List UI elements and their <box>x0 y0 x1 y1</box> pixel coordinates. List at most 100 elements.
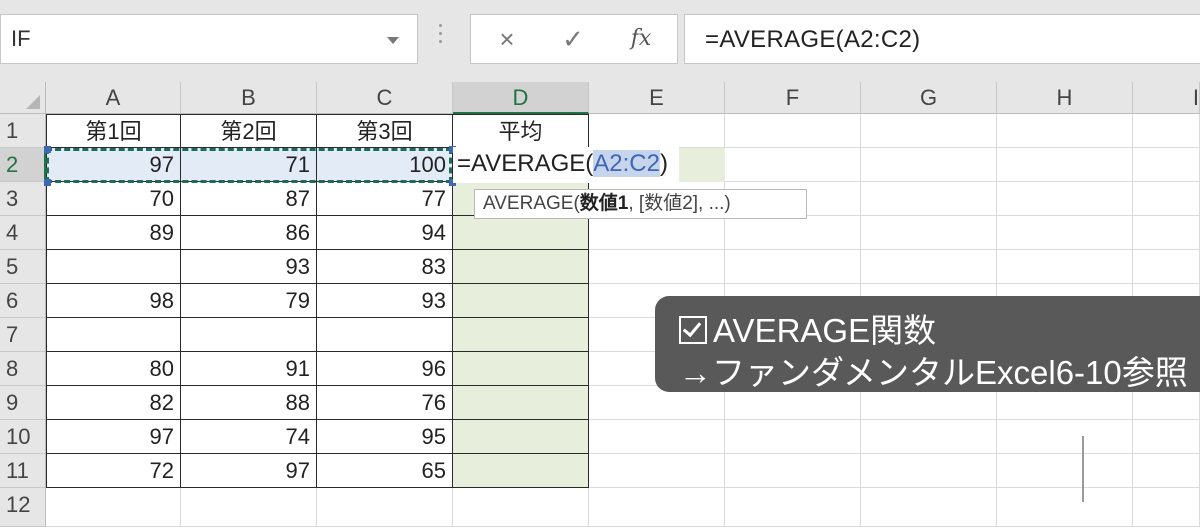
cell-f10[interactable] <box>725 420 861 454</box>
cell-g12[interactable] <box>861 488 997 527</box>
cell-a11[interactable]: 72 <box>46 454 181 488</box>
cell-b1[interactable]: 第2回 <box>181 114 317 148</box>
insert-function-icon[interactable]: fx <box>611 15 671 63</box>
name-box[interactable]: IF <box>0 14 418 64</box>
cell-d10[interactable] <box>453 420 589 454</box>
cell-b9[interactable]: 88 <box>181 386 317 420</box>
cell-b4[interactable]: 86 <box>181 216 317 250</box>
cell-i10[interactable] <box>1133 420 1200 454</box>
drag-handle-icon[interactable] <box>439 24 443 52</box>
cell-c10[interactable]: 95 <box>317 420 453 454</box>
cell-a3[interactable]: 70 <box>46 182 181 216</box>
cell-d8[interactable] <box>453 352 589 386</box>
column-header-c[interactable]: C <box>317 82 453 114</box>
cell-f4[interactable] <box>725 216 861 250</box>
cell-g2[interactable] <box>861 148 997 182</box>
column-header-f[interactable]: F <box>725 82 861 114</box>
cell-i2[interactable] <box>1133 148 1200 182</box>
cell-d5[interactable] <box>453 250 589 284</box>
cell-d4[interactable] <box>453 216 589 250</box>
cell-g5[interactable] <box>861 250 997 284</box>
cell-e10[interactable] <box>589 420 725 454</box>
cell-c3[interactable]: 77 <box>317 182 453 216</box>
cell-g4[interactable] <box>861 216 997 250</box>
formula-input[interactable]: =AVERAGE(A2:C2) <box>684 14 1200 64</box>
cell-c4[interactable]: 94 <box>317 216 453 250</box>
cell-h3[interactable] <box>997 182 1133 216</box>
cell-e4[interactable] <box>589 216 725 250</box>
cell-f1[interactable] <box>725 114 861 148</box>
cell-i12[interactable] <box>1133 488 1200 527</box>
cell-h4[interactable] <box>997 216 1133 250</box>
cell-a10[interactable]: 97 <box>46 420 181 454</box>
cell-d2-editor[interactable]: =AVERAGE(A2:C2) <box>453 147 679 183</box>
cell-i5[interactable] <box>1133 250 1200 284</box>
cell-c11[interactable]: 65 <box>317 454 453 488</box>
enter-icon[interactable]: ✓ <box>543 15 603 63</box>
range-handle-icon[interactable] <box>44 179 51 186</box>
cell-b3[interactable]: 87 <box>181 182 317 216</box>
cell-a9[interactable]: 82 <box>46 386 181 420</box>
cell-i3[interactable] <box>1133 182 1200 216</box>
row-header-6[interactable]: 6 <box>0 284 46 318</box>
cell-g11[interactable] <box>861 454 997 488</box>
cell-c1[interactable]: 第3回 <box>317 114 453 148</box>
row-header-12[interactable]: 12 <box>0 488 46 527</box>
cell-a6[interactable]: 98 <box>46 284 181 318</box>
cell-c9[interactable]: 76 <box>317 386 453 420</box>
cell-e5[interactable] <box>589 250 725 284</box>
row-header-11[interactable]: 11 <box>0 454 46 488</box>
select-all-button[interactable] <box>0 82 46 114</box>
cell-b12[interactable] <box>181 488 317 527</box>
cell-h5[interactable] <box>997 250 1133 284</box>
cell-b10[interactable]: 74 <box>181 420 317 454</box>
cell-c7[interactable] <box>317 318 453 352</box>
row-header-8[interactable]: 8 <box>0 352 46 386</box>
cell-a8[interactable]: 80 <box>46 352 181 386</box>
cell-i1[interactable] <box>1133 114 1200 148</box>
cancel-icon[interactable]: × <box>477 15 537 63</box>
cell-c5[interactable]: 83 <box>317 250 453 284</box>
cell-a5[interactable] <box>46 250 181 284</box>
cell-f12[interactable] <box>725 488 861 527</box>
cell-i4[interactable] <box>1133 216 1200 250</box>
row-header-3[interactable]: 3 <box>0 182 46 216</box>
cell-g3[interactable] <box>861 182 997 216</box>
cell-b11[interactable]: 97 <box>181 454 317 488</box>
column-header-h[interactable]: H <box>997 82 1133 114</box>
row-header-7[interactable]: 7 <box>0 318 46 352</box>
cell-d7[interactable] <box>453 318 589 352</box>
column-header-d[interactable]: D <box>453 82 589 114</box>
cell-f2[interactable] <box>725 148 861 182</box>
cell-f5[interactable] <box>725 250 861 284</box>
row-header-9[interactable]: 9 <box>0 386 46 420</box>
row-header-4[interactable]: 4 <box>0 216 46 250</box>
cell-e12[interactable] <box>589 488 725 527</box>
tooltip-arg1[interactable]: 数値1 <box>580 193 629 214</box>
cell-f11[interactable] <box>725 454 861 488</box>
row-header-5[interactable]: 5 <box>0 250 46 284</box>
tooltip-function[interactable]: AVERAGE( <box>483 193 580 214</box>
row-header-2[interactable]: 2 <box>0 148 46 182</box>
cell-c12[interactable] <box>317 488 453 527</box>
cell-h1[interactable] <box>997 114 1133 148</box>
column-header-b[interactable]: B <box>181 82 317 114</box>
column-header-a[interactable]: A <box>46 82 181 114</box>
range-handle-icon[interactable] <box>44 146 51 153</box>
cell-c6[interactable]: 93 <box>317 284 453 318</box>
cell-g10[interactable] <box>861 420 997 454</box>
cell-b5[interactable]: 93 <box>181 250 317 284</box>
column-header-i[interactable]: I <box>1133 82 1200 114</box>
cell-b7[interactable] <box>181 318 317 352</box>
cell-g1[interactable] <box>861 114 997 148</box>
cell-h11[interactable] <box>997 454 1133 488</box>
cell-b6[interactable]: 79 <box>181 284 317 318</box>
cell-i11[interactable] <box>1133 454 1200 488</box>
cell-h2[interactable] <box>997 148 1133 182</box>
column-header-e[interactable]: E <box>589 82 725 114</box>
cell-d1[interactable]: 平均 <box>453 114 589 148</box>
chevron-down-icon[interactable] <box>387 37 399 44</box>
column-header-g[interactable]: G <box>861 82 997 114</box>
cell-d12[interactable] <box>453 488 589 527</box>
cell-e11[interactable] <box>589 454 725 488</box>
